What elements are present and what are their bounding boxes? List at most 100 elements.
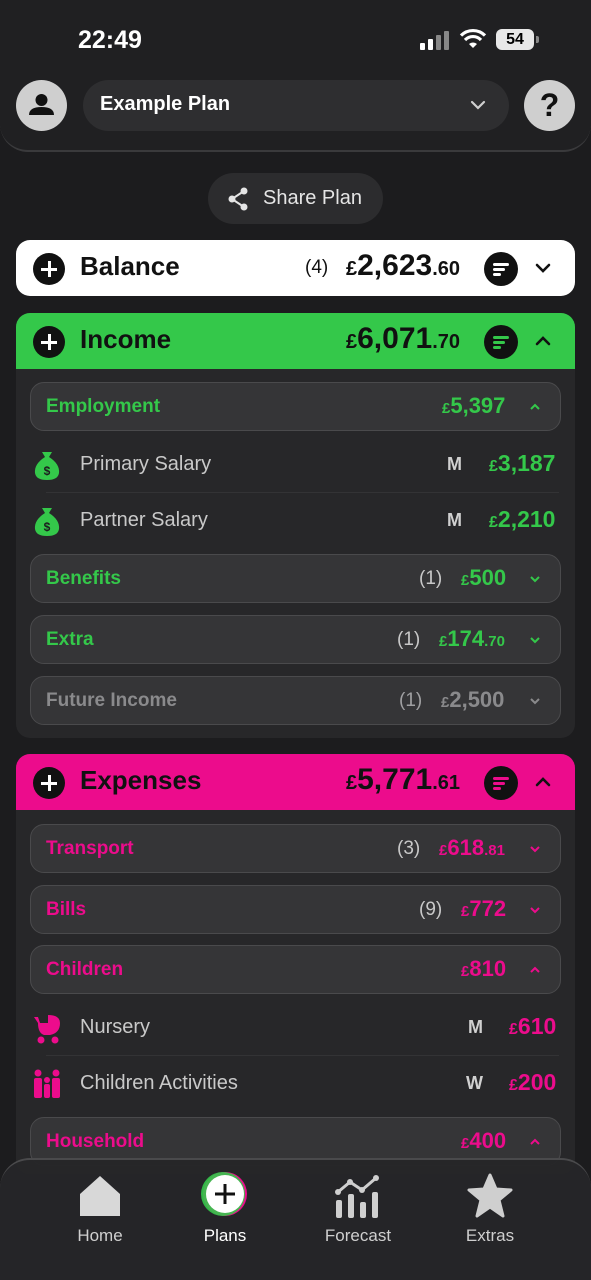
item-amount: £610 [509, 1013, 556, 1040]
sort-icon[interactable] [484, 325, 518, 359]
money-bag-icon: $ [34, 452, 60, 480]
help-button[interactable]: ? [524, 80, 575, 131]
amount-decimal: .60 [432, 258, 461, 280]
item-frequency: W [466, 1073, 483, 1093]
add-balance-icon[interactable] [33, 253, 65, 285]
svg-text:$: $ [44, 464, 51, 478]
chevron-up-icon[interactable] [533, 331, 553, 351]
balance-card: Balance (4) £2,623.60 [16, 240, 575, 296]
group-label: Household [46, 1131, 145, 1152]
nav-extras[interactable]: Extras [430, 1160, 550, 1280]
bottom-nav: Home Plans Forecast Extras [0, 1158, 591, 1280]
group-bills[interactable]: Bills (9) £772 [30, 885, 561, 934]
group-amount: £5,397 [442, 393, 505, 419]
amount-decimal: .70 [484, 633, 505, 650]
plan-selector[interactable]: Example Plan [83, 80, 509, 131]
expenses-amount: £5,771.61 [346, 763, 460, 797]
group-transport[interactable]: Transport (3) £618.81 [30, 824, 561, 873]
amount-integer: 810 [469, 956, 507, 981]
balance-header[interactable]: Balance (4) £2,623.60 [16, 240, 575, 296]
group-children[interactable]: Children £810 [30, 945, 561, 994]
item-amount: £3,187 [489, 450, 555, 477]
list-item[interactable]: Children Activities W £200 [30, 1055, 561, 1111]
group-future-income[interactable]: Future Income (1) £2,500 [30, 676, 561, 725]
nav-forecast-label: Forecast [324, 1226, 392, 1245]
nav-plans[interactable]: Plans [165, 1160, 285, 1280]
chevron-up-icon[interactable] [533, 772, 553, 792]
amount-integer: 200 [517, 1069, 557, 1095]
income-amount: £6,071.70 [346, 322, 460, 356]
amount-integer: 5,771 [357, 763, 433, 796]
group-label: Children [46, 959, 124, 980]
group-amount: £618.81 [439, 835, 505, 861]
battery-indicator: 54 [496, 29, 539, 50]
currency-symbol: £ [509, 1021, 518, 1038]
group-amount: £400 [461, 1128, 506, 1154]
amount-integer: 618 [447, 835, 485, 860]
group-employment[interactable]: Employment £5,397 [30, 382, 561, 431]
sort-icon[interactable] [484, 252, 518, 286]
list-item[interactable]: $ Partner Salary M £2,210 [30, 492, 561, 548]
svg-text:$: $ [44, 520, 51, 534]
group-amount: £810 [461, 956, 506, 982]
item-label: Primary Salary [80, 453, 212, 475]
list-item[interactable]: Nursery M £610 [30, 999, 561, 1055]
group-amount: £174.70 [439, 626, 505, 652]
chart-icon [335, 1175, 379, 1218]
expenses-header[interactable]: Expenses £5,771.61 [16, 754, 575, 810]
chevron-down-icon [530, 846, 540, 853]
amount-integer: 400 [469, 1128, 507, 1153]
add-expense-icon[interactable] [33, 767, 65, 799]
add-income-icon[interactable] [33, 326, 65, 358]
status-bar: 22:49 54 [0, 0, 591, 70]
amount-integer: 610 [517, 1013, 557, 1039]
item-amount: £2,210 [489, 506, 555, 533]
amount-integer: 5,397 [450, 393, 506, 418]
group-label: Future Income [46, 690, 177, 711]
expenses-title: Expenses [80, 765, 202, 795]
chevron-down-icon [470, 100, 486, 110]
star-icon [467, 1173, 513, 1218]
amount-decimal: .81 [484, 842, 505, 859]
nav-plans-label: Plans [203, 1226, 247, 1245]
item-frequency: M [447, 454, 462, 474]
group-extra[interactable]: Extra (1) £174.70 [30, 615, 561, 664]
plus-circle-icon [201, 1172, 247, 1216]
share-plan-button[interactable]: Share Plan [208, 173, 383, 224]
group-amount: £500 [461, 565, 506, 591]
chevron-down-icon [530, 698, 540, 705]
list-item[interactable]: $ Primary Salary M £3,187 [30, 436, 561, 492]
nav-home[interactable]: Home [40, 1160, 160, 1280]
amount-integer: 772 [469, 896, 507, 921]
currency-symbol: £ [346, 331, 358, 353]
chevron-down-icon[interactable] [533, 258, 553, 278]
chevron-down-icon [530, 637, 540, 644]
nav-forecast[interactable]: Forecast [298, 1160, 418, 1280]
group-label: Transport [46, 838, 134, 859]
item-frequency: M [468, 1017, 483, 1037]
income-header[interactable]: Income £6,071.70 [16, 313, 575, 369]
pram-icon [34, 1015, 60, 1044]
amount-decimal: .70 [432, 331, 461, 353]
group-count: (9) [419, 899, 443, 920]
sort-icon[interactable] [484, 766, 518, 800]
wifi-icon [459, 28, 487, 48]
profile-button[interactable] [16, 80, 67, 131]
group-label: Benefits [46, 568, 121, 589]
money-bag-icon: $ [34, 508, 60, 536]
group-count: (3) [397, 838, 421, 859]
currency-symbol: £ [489, 514, 498, 531]
item-label: Nursery [80, 1016, 151, 1038]
item-frequency: M [447, 510, 462, 530]
amount-integer: 174 [447, 626, 485, 651]
amount-integer: 2,210 [497, 506, 556, 532]
group-label: Employment [46, 396, 161, 417]
group-benefits[interactable]: Benefits (1) £500 [30, 554, 561, 603]
item-label: Partner Salary [80, 509, 208, 531]
balance-amount: £2,623.60 [346, 249, 460, 283]
currency-symbol: £ [346, 258, 358, 280]
group-count: (1) [419, 568, 443, 589]
group-label: Bills [46, 899, 87, 920]
item-label: Children Activities [80, 1072, 238, 1094]
balance-count: (4) [305, 257, 329, 278]
